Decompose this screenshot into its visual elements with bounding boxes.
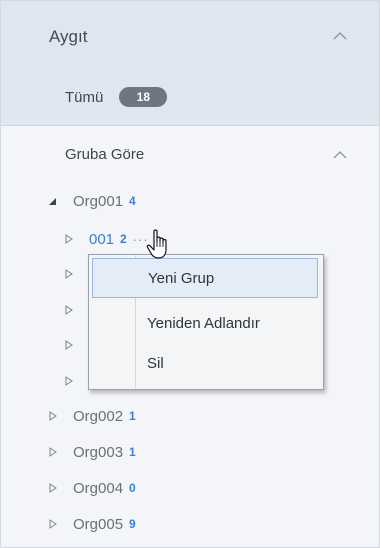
all-devices-item[interactable]: Tümü 18 [65, 87, 168, 107]
tree-node-label: Org005 [73, 515, 124, 533]
tree-node-label: Org002 [73, 407, 124, 425]
triangle-right-icon[interactable] [63, 339, 75, 351]
tree-node-org004[interactable]: Org004 0 [47, 478, 136, 498]
hand-pointer-icon [145, 229, 173, 261]
triangle-right-icon[interactable] [63, 375, 75, 387]
tree-node-label: 001 [89, 230, 115, 248]
tree-node-count: 9 [129, 517, 136, 531]
tree-node-org001[interactable]: Org001 4 [47, 191, 136, 211]
triangle-right-icon[interactable] [63, 233, 75, 245]
tree-node-label: Org003 [73, 443, 124, 461]
tree-node-label: Org001 [73, 192, 124, 210]
triangle-right-icon[interactable] [47, 518, 59, 530]
context-menu: Yeni Grup Yeniden Adlandır Sil [88, 254, 324, 390]
tree-node-hidden[interactable] [63, 300, 75, 320]
menu-item-label: Sil [147, 355, 164, 372]
tree-node-001[interactable]: 001 2 ··· [63, 229, 149, 249]
triangle-right-icon[interactable] [63, 268, 75, 280]
all-devices-label: Tümü [65, 88, 104, 106]
tree-node-org002[interactable]: Org002 1 [47, 406, 136, 426]
tree-node-hidden[interactable] [63, 371, 75, 391]
triangle-right-icon[interactable] [47, 410, 59, 422]
triangle-right-icon[interactable] [47, 482, 59, 494]
chevron-up-icon[interactable] [333, 31, 347, 41]
device-section-title: Aygıt [49, 27, 88, 46]
chevron-up-icon[interactable] [333, 150, 347, 160]
menu-item-rename[interactable]: Yeniden Adlandır [92, 304, 318, 344]
tree-node-count: 1 [129, 445, 136, 459]
tree-node-label: Org004 [73, 479, 124, 497]
tree-node-hidden[interactable] [63, 264, 75, 284]
group-section-title: Gruba Göre [65, 146, 145, 163]
tree-node-count: 0 [129, 481, 136, 495]
triangle-right-icon[interactable] [63, 304, 75, 316]
tree-node-org005[interactable]: Org005 9 [47, 514, 136, 534]
menu-item-new-group[interactable]: Yeni Grup [92, 258, 318, 298]
menu-item-label: Yeniden Adlandır [147, 315, 260, 332]
tree-node-count: 2 [120, 232, 127, 246]
tree-node-hidden[interactable] [63, 335, 75, 355]
device-section: Aygıt Tümü 18 [1, 1, 379, 126]
menu-item-delete[interactable]: Sil [92, 344, 318, 384]
triangle-right-icon[interactable] [47, 446, 59, 458]
device-count-badge: 18 [119, 87, 168, 107]
tree-node-count: 1 [129, 409, 136, 423]
menu-item-label: Yeni Grup [148, 270, 215, 287]
triangle-down-icon[interactable] [47, 195, 59, 207]
tree-node-org003[interactable]: Org003 1 [47, 442, 136, 462]
tree-node-count: 4 [129, 194, 136, 208]
